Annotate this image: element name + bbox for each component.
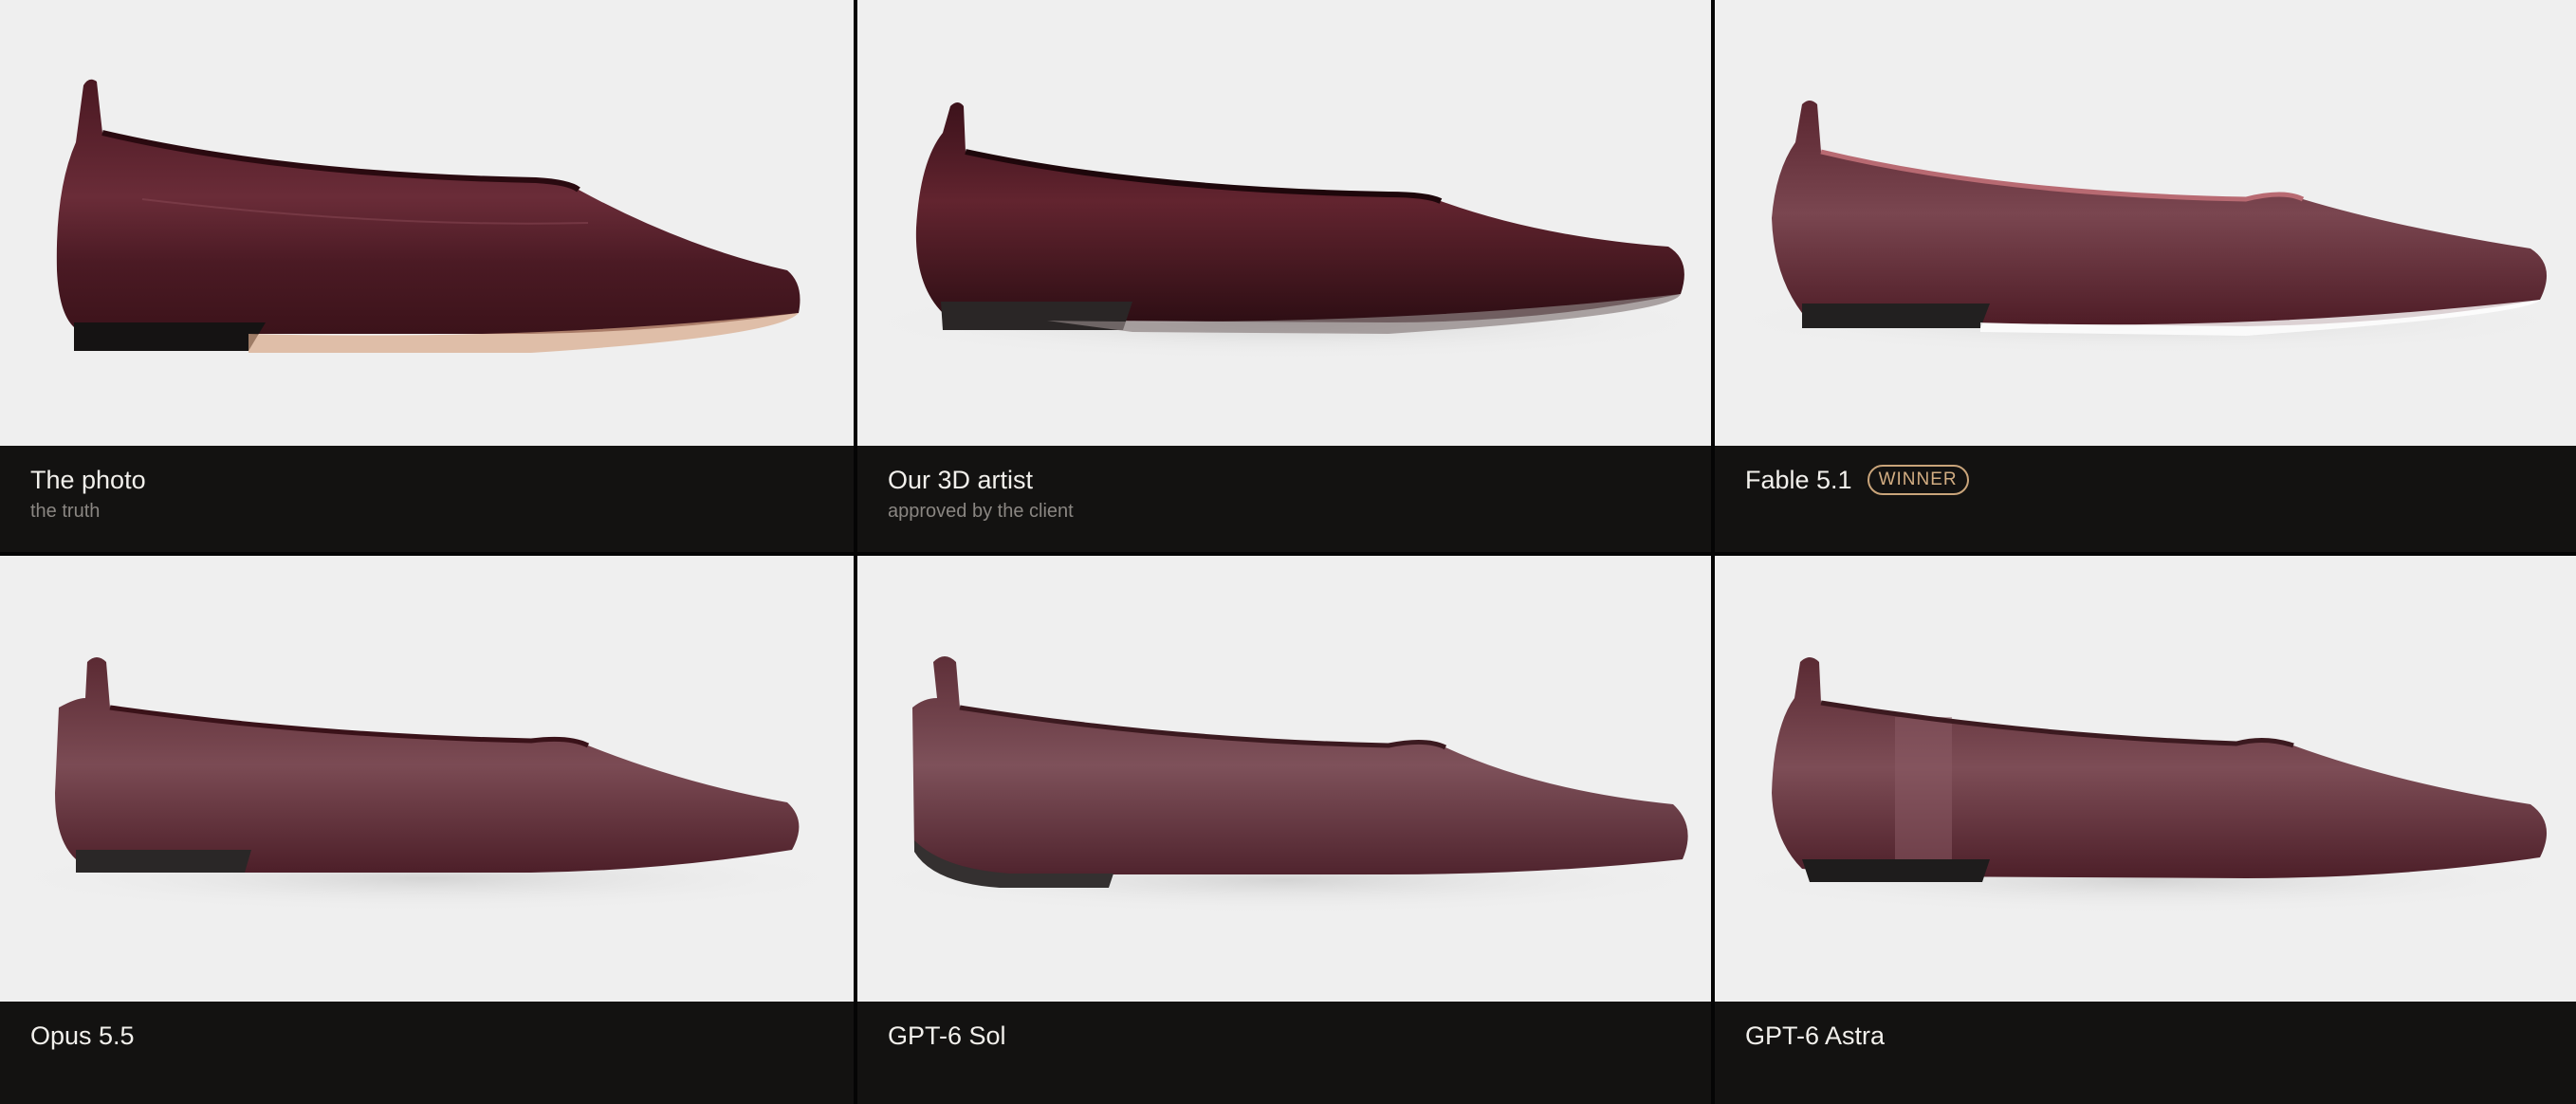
panel-caption: GPT-6 Astra (1715, 1002, 2576, 1104)
panel-opus-5-5: Opus 5.5 (0, 556, 854, 1104)
panel-fable-5-1: Fable 5.1 WINNER (1715, 0, 2576, 552)
row-divider (0, 552, 2576, 556)
panel-title: Our 3D artist (888, 466, 1034, 494)
comparison-grid: The photo the truth Our 3D artist approv… (0, 0, 2576, 1104)
panel-caption: Fable 5.1 WINNER (1715, 446, 2576, 552)
panel-the-photo: The photo the truth (0, 0, 854, 552)
panel-subtitle: the truth (30, 501, 101, 522)
panel-subtitle: approved by the client (888, 501, 1074, 522)
panel-title: Fable 5.1 (1745, 466, 1852, 494)
flat-shoe-render (0, 657, 854, 912)
shoe-image (1715, 556, 2576, 1002)
panel-caption: GPT-6 Sol (857, 1002, 1711, 1104)
panel-title: GPT-6 Astra (1745, 1021, 1886, 1050)
winner-badge: WINNER (1867, 465, 1969, 495)
shoe-image (1715, 0, 2576, 446)
flat-shoe-render (1715, 101, 2576, 355)
flat-shoe-render (1715, 657, 2576, 914)
shoe-image (857, 556, 1711, 1002)
panel-gpt-6-sol: GPT-6 Sol (857, 556, 1711, 1104)
panel-our-3d-artist: Our 3D artist approved by the client (857, 0, 1711, 552)
panel-caption: Opus 5.5 (0, 1002, 854, 1104)
panel-caption: The photo the truth (0, 446, 854, 552)
panel-title: The photo (30, 466, 146, 494)
flat-shoe-render (857, 656, 1711, 914)
panel-gpt-6-astra: GPT-6 Astra (1715, 556, 2576, 1104)
shoe-image (0, 0, 854, 446)
flat-shoe-render (56, 79, 800, 353)
flat-shoe-render (857, 102, 1711, 360)
panel-caption: Our 3D artist approved by the client (857, 446, 1711, 552)
panel-title: Opus 5.5 (30, 1021, 135, 1050)
panel-title: GPT-6 Sol (888, 1021, 1006, 1050)
shoe-image (857, 0, 1711, 446)
shoe-image (0, 556, 854, 1002)
